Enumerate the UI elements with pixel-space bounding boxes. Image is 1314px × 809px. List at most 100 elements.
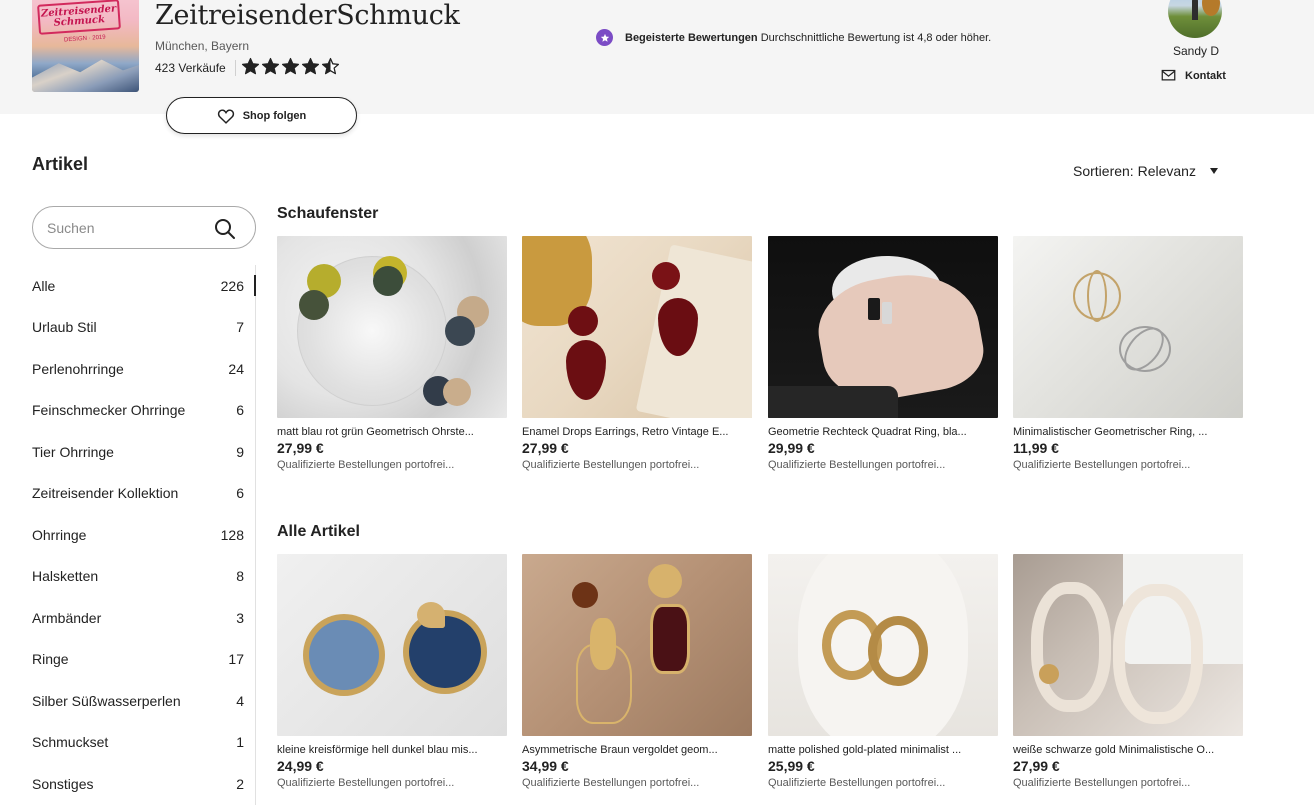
listing-shipping: Qualifizierte Bestellungen portofrei... — [277, 777, 455, 789]
category-item[interactable]: Ringe 17 — [32, 639, 256, 681]
listing-card[interactable]: matte polished gold-plated minimalist ..… — [768, 554, 998, 789]
listing-image[interactable] — [1013, 554, 1243, 736]
listing-card[interactable]: matt blau rot grün Geometrisch Ohrste...… — [277, 236, 507, 471]
sales-count[interactable]: 423 Verkäufe — [155, 61, 226, 75]
divider — [235, 60, 236, 76]
listing-title[interactable]: Enamel Drops Earrings, Retro Vintage E..… — [522, 426, 744, 438]
listing-shipping: Qualifizierte Bestellungen portofrei... — [277, 459, 455, 471]
star-full-icon — [261, 57, 280, 75]
shop-logo[interactable]: Zeitreisender Schmuck DESIGN · 2019 — [32, 0, 139, 92]
active-category-indicator — [254, 275, 256, 296]
category-count: 7 — [236, 319, 244, 336]
listing-price: 34,99 € — [522, 758, 569, 774]
category-count: 4 — [236, 692, 244, 709]
listing-title[interactable]: Geometrie Rechteck Quadrat Ring, bla... — [768, 426, 990, 438]
sidebar-divider — [255, 265, 256, 805]
listing-shipping: Qualifizierte Bestellungen portofrei... — [1013, 777, 1191, 789]
avatar-person-art — [1192, 0, 1198, 20]
shop-location: München, Bayern — [155, 39, 250, 53]
listing-price: 24,99 € — [277, 758, 324, 774]
follow-shop-button[interactable]: Shop folgen — [166, 97, 357, 134]
category-item[interactable]: Alle 226 — [32, 265, 256, 307]
category-label: Armbänder — [32, 609, 102, 626]
listing-shipping: Qualifizierte Bestellungen portofrei... — [768, 459, 946, 471]
category-label: Perlenohrringe — [32, 360, 124, 377]
sort-label: Sortieren: Relevanz — [1073, 163, 1196, 179]
category-label: Ringe — [32, 651, 69, 668]
contact-label: Kontakt — [1185, 69, 1226, 82]
category-label: Feinschmecker Ohrringe — [32, 402, 186, 419]
category-item[interactable]: Halsketten 8 — [32, 556, 256, 598]
search-input[interactable] — [47, 217, 207, 239]
follow-shop-label: Shop folgen — [242, 109, 307, 122]
listing-shipping: Qualifizierte Bestellungen portofrei... — [1013, 459, 1191, 471]
star-half-icon — [321, 57, 340, 75]
logo-mountain-art — [32, 59, 139, 92]
star-badge-icon — [596, 29, 613, 46]
category-count: 6 — [236, 402, 244, 419]
listing-image[interactable] — [277, 236, 507, 418]
listing-card[interactable]: Asymmetrische Braun vergoldet geom... 34… — [522, 554, 752, 789]
category-item[interactable]: Feinschmecker Ohrringe 6 — [32, 390, 256, 432]
items-section-title: Artikel — [32, 154, 89, 174]
listing-card[interactable]: Enamel Drops Earrings, Retro Vintage E..… — [522, 236, 752, 471]
category-list: Alle 226 Urlaub Stil 7 Perlenohrringe 24 Feins… — [32, 265, 256, 805]
category-item[interactable]: Perlenohrringe 24 — [32, 348, 256, 390]
category-count: 24 — [228, 360, 244, 377]
category-count: 2 — [236, 775, 244, 792]
listing-price: 11,99 € — [1013, 440, 1059, 456]
star-full-icon — [281, 57, 300, 75]
listing-card[interactable]: Minimalistischer Geometrischer Ring, ...… — [1013, 236, 1243, 471]
listing-title[interactable]: matt blau rot grün Geometrisch Ohrste... — [277, 426, 499, 438]
listing-shipping: Qualifizierte Bestellungen portofrei... — [522, 777, 700, 789]
listing-title[interactable]: matte polished gold-plated minimalist ..… — [768, 744, 990, 756]
avatar-tree-art — [1202, 0, 1220, 16]
contact-button[interactable]: Kontakt — [1161, 69, 1226, 82]
category-label: Alle — [32, 277, 56, 294]
all-items-title: Alle Artikel — [277, 523, 360, 540]
star-rating[interactable] — [241, 57, 340, 76]
listing-price: 29,99 € — [768, 440, 815, 456]
listing-shipping: Qualifizierte Bestellungen portofrei... — [522, 459, 700, 471]
category-item[interactable]: Silber Süßwasserperlen 4 — [32, 680, 256, 722]
caret-down-icon — [1209, 168, 1218, 174]
category-item[interactable]: Armbänder 3 — [32, 597, 256, 639]
listing-image[interactable] — [277, 554, 507, 736]
listing-title[interactable]: weiße schwarze gold Minimalistische O... — [1013, 744, 1235, 756]
owner-name[interactable]: Sandy D — [1158, 44, 1234, 58]
listing-image[interactable] — [768, 236, 998, 418]
category-label: Tier Ohrringe — [32, 443, 114, 460]
listing-price: 27,99 € — [1013, 758, 1060, 774]
listing-shipping: Qualifizierte Bestellungen portofrei... — [768, 777, 946, 789]
listing-price: 25,99 € — [768, 758, 815, 774]
category-item[interactable]: Zeitreisender Kollektion 6 — [32, 473, 256, 515]
logo-text-sub: DESIGN · 2019 — [63, 34, 106, 44]
sort-dropdown[interactable]: Sortieren: Relevanz — [1073, 163, 1218, 179]
category-label: Sonstiges — [32, 775, 94, 792]
category-count: 6 — [236, 485, 244, 502]
category-item[interactable]: Sonstiges 2 — [32, 763, 256, 805]
shop-name[interactable]: ZeitreisenderSchmuck — [155, 0, 460, 31]
listing-title[interactable]: kleine kreisförmige hell dunkel blau mis… — [277, 744, 499, 756]
listing-image[interactable] — [522, 554, 752, 736]
listing-title[interactable]: Asymmetrische Braun vergoldet geom... — [522, 744, 744, 756]
star-full-icon — [301, 57, 320, 75]
review-badge-text: Begeisterte Bewertungen Durchschnittlich… — [625, 32, 991, 44]
listing-card[interactable]: kleine kreisförmige hell dunkel blau mis… — [277, 554, 507, 789]
category-count: 1 — [236, 734, 244, 751]
listing-image[interactable] — [768, 554, 998, 736]
category-item[interactable]: Tier Ohrringe 9 — [32, 431, 256, 473]
category-count: 8 — [236, 568, 244, 585]
category-item[interactable]: Schmuckset 1 — [32, 722, 256, 764]
heart-icon — [217, 108, 234, 124]
listing-card[interactable]: Geometrie Rechteck Quadrat Ring, bla... … — [768, 236, 998, 471]
category-label: Zeitreisender Kollektion — [32, 485, 179, 502]
category-item[interactable]: Ohrringe 128 — [32, 514, 256, 556]
listing-card[interactable]: weiße schwarze gold Minimalistische O...… — [1013, 554, 1243, 789]
search-button[interactable] — [213, 217, 237, 241]
listing-image[interactable] — [1013, 236, 1243, 418]
listing-title[interactable]: Minimalistischer Geometrischer Ring, ... — [1013, 426, 1235, 438]
category-label: Schmuckset — [32, 734, 109, 751]
listing-image[interactable] — [522, 236, 752, 418]
category-item[interactable]: Urlaub Stil 7 — [32, 307, 256, 349]
